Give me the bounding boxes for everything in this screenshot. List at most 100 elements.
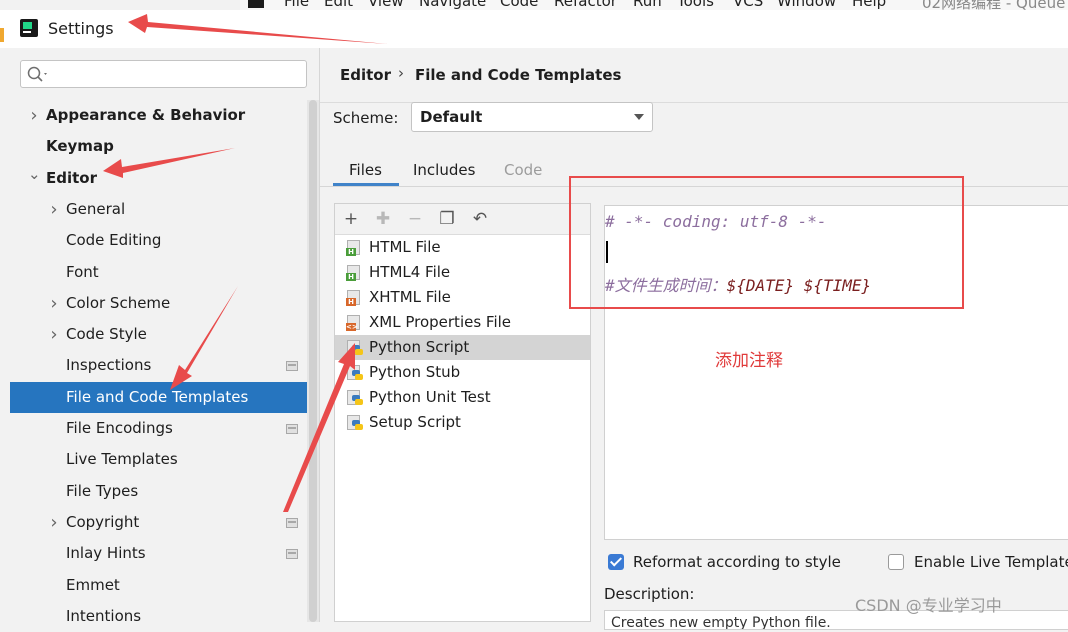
sidebar-item-label: Intentions [66,607,142,625]
chevron-right-icon[interactable]: › [28,100,40,131]
sidebar-item-editor[interactable]: ⌄ Editor [10,163,318,194]
add-template-icon[interactable]: + [342,210,360,228]
sidebar-item-label: Appearance & Behavior [46,106,246,124]
annotation-highlight-box [569,176,964,309]
sidebar-scrollbar-thumb[interactable] [309,100,317,622]
file-type-badge: H [346,298,356,306]
sidebar-item-inlay-hints[interactable]: Inlay Hints [10,538,318,569]
template-item-python-script[interactable]: Python Script [335,335,590,360]
sidebar-item-appearance-behavior[interactable]: › Appearance & Behavior [10,100,318,131]
menu-window[interactable]: Window [777,0,836,10]
page-title: File and Code Templates [415,66,622,84]
sidebar-item-intentions[interactable]: Intentions [10,601,318,632]
sidebar-item-file-and-code-templates[interactable]: File and Code Templates [10,382,318,413]
sidebar-item-font[interactable]: Font [10,257,318,288]
background-ide-menubar: File Edit View Navigate Code Refactor Ru… [240,0,1068,10]
sidebar-item-emmet[interactable]: Emmet [10,570,318,601]
settings-search-input[interactable] [20,60,307,88]
sidebar-item-live-templates[interactable]: Live Templates [10,444,318,475]
scheme-dropdown[interactable]: Default [411,102,653,132]
project-scope-icon [286,518,298,528]
template-item-label: Setup Script [369,413,461,431]
python-file-icon [346,365,363,381]
remove-template-icon[interactable]: − [406,210,424,228]
sidebar-item-label: Editor [46,169,97,187]
menu-edit[interactable]: Edit [324,0,353,10]
menu-file[interactable]: File [284,0,309,10]
template-item-setup-script[interactable]: Setup Script [335,410,590,435]
sidebar-item-label: Emmet [66,576,120,594]
menu-navigate[interactable]: Navigate [419,0,486,10]
menu-tools[interactable]: Tools [677,0,714,10]
breadcrumb-parent[interactable]: Editor [340,66,391,84]
template-toolbar: + ✚ − ❐ ↶ [335,204,590,235]
sidebar-item-label: Inlay Hints [66,544,146,562]
menu-run[interactable]: Run [633,0,662,10]
chevron-right-icon[interactable]: › [48,507,60,538]
sidebar-item-label: Inspections [66,356,152,374]
chevron-right-icon[interactable]: › [48,288,60,319]
sidebar-item-label: Copyright [66,513,140,531]
file-type-badge: <> [346,323,358,331]
python-file-icon [346,390,363,406]
sidebar-scrollbar[interactable] [307,100,319,622]
project-scope-icon [286,549,298,559]
create-child-template-icon[interactable]: ✚ [374,210,392,228]
pycharm-app-icon [20,19,38,37]
tab-code[interactable]: Code [504,158,542,186]
menu-vcs[interactable]: VCS [733,0,763,10]
copy-template-icon[interactable]: ❐ [438,210,456,228]
file-type-badge: H [346,248,356,256]
tab-includes[interactable]: Includes [413,158,475,186]
live-templates-checkbox[interactable] [888,554,904,570]
sidebar-item-label: File and Code Templates [66,388,249,406]
sidebar-item-label: Live Templates [66,450,178,468]
chevron-right-icon[interactable]: › [48,319,60,350]
sidebar-item-label: Font [66,263,99,281]
description-label: Description: [604,585,695,603]
scheme-selected-value: Default [420,108,483,126]
sidebar-item-label: Color Scheme [66,294,171,312]
reset-template-icon[interactable]: ↶ [471,210,489,228]
sidebar-item-color-scheme[interactable]: › Color Scheme [10,288,318,319]
template-item-xhtml-file[interactable]: H XHTML File [335,285,590,310]
sidebar-item-label: Keymap [46,137,114,155]
sidebar-item-inspections[interactable]: Inspections [10,350,318,381]
sidebar-item-file-encodings[interactable]: File Encodings [10,413,318,444]
settings-content: Editor › File and Code Templates Scheme:… [320,48,1068,630]
sidebar-item-general[interactable]: › General [10,194,318,225]
template-item-html4-file[interactable]: H HTML4 File [335,260,590,285]
live-templates-label[interactable]: Enable Live Templates [914,553,1068,571]
search-icon [27,66,47,82]
template-item-html-file[interactable]: H HTML File [335,235,590,260]
sidebar-item-code-editing[interactable]: Code Editing [10,225,318,256]
chevron-right-icon[interactable]: › [48,194,60,225]
sidebar-item-keymap[interactable]: Keymap [10,131,318,162]
template-item-python-stub[interactable]: Python Stub [335,360,590,385]
xhtml-file-icon: H [346,290,362,306]
template-item-label: HTML File [369,238,441,256]
project-scope-icon [286,361,298,371]
template-item-label: HTML4 File [369,263,451,281]
sidebar-item-code-style[interactable]: › Code Style [10,319,318,350]
scheme-label: Scheme: [333,109,399,127]
reformat-label[interactable]: Reformat according to style [633,553,841,571]
menu-code[interactable]: Code [500,0,538,10]
annotation-note: 添加注释 [715,351,783,371]
template-item-python-unit-test[interactable]: Python Unit Test [335,385,590,410]
sidebar-item-copyright[interactable]: › Copyright [10,507,318,538]
tab-files[interactable]: Files [349,158,382,186]
template-item-label: Python Script [369,338,470,356]
menu-help[interactable]: Help [852,0,886,10]
template-item-label: XHTML File [369,288,451,306]
template-item-label: XML Properties File [369,313,512,331]
sidebar-item-file-types[interactable]: File Types [10,476,318,507]
reformat-checkbox[interactable] [608,554,624,570]
chevron-down-icon[interactable]: ⌄ [28,163,41,185]
html-file-icon: H [346,240,362,256]
menu-refactor[interactable]: Refactor [554,0,617,10]
template-item-label: Python Stub [369,363,461,381]
menu-view[interactable]: View [368,0,404,10]
template-item-xml-properties-file[interactable]: <> XML Properties File [335,310,590,335]
project-title: 02网络编程 - Queue [922,0,1066,10]
